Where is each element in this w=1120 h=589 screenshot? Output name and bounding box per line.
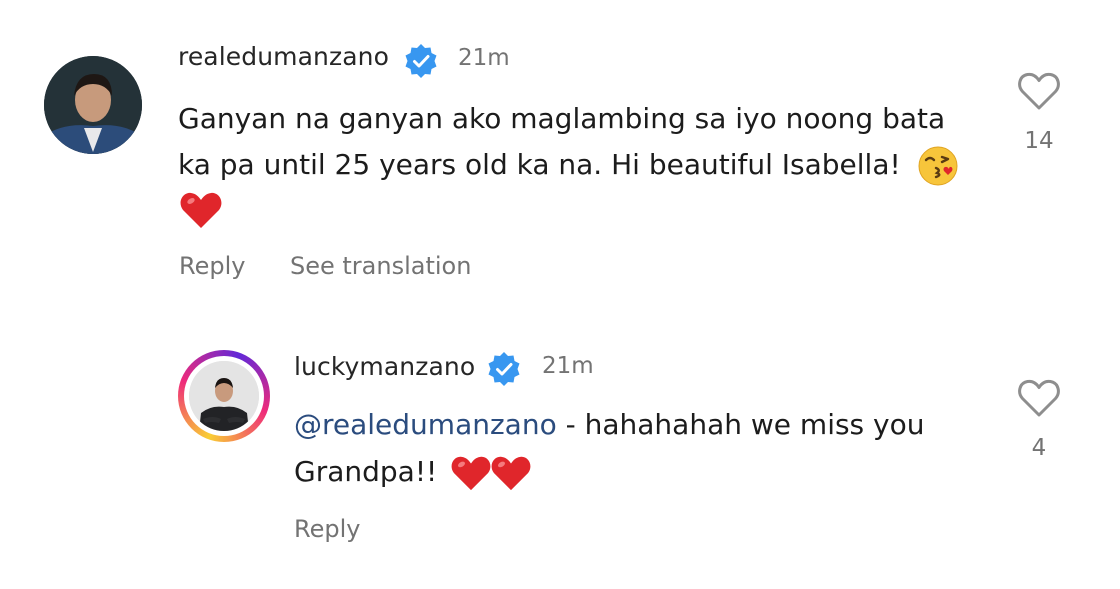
comment-username[interactable]: realedumanzano [178,42,389,71]
reply-text-line: @realedumanzano - hahahahah we miss you [294,402,925,448]
see-translation-link[interactable]: See translation [290,252,471,280]
reply-text: - hahahahah we miss you [556,408,925,441]
kissing-face-emoji [918,146,958,186]
comment-text-line: Ganyan na ganyan ako maglambing sa iyo n… [178,102,946,135]
mention-link[interactable]: @realedumanzano [294,408,557,441]
like-count: 4 [1031,435,1047,461]
reply-text: Grandpa!! [294,455,438,488]
reply-button[interactable]: Reply [294,515,360,543]
like-count: 14 [1024,128,1054,154]
heart-outline-icon[interactable] [1017,378,1061,418]
avatar-photo [44,56,142,154]
heart-outline-icon[interactable] [1017,71,1061,111]
avatar[interactable] [44,56,142,154]
avatar-photo [189,361,259,431]
verified-badge-icon [405,44,437,78]
comment: realedumanzano 21m Ganyan na ganyan ako … [0,0,1120,300]
comment-text-line-2: ka pa until 25 years old ka na. Hi beaut… [178,142,960,188]
reply-timestamp: 21m [542,353,594,379]
comment-text: ka pa until 25 years old ka na. Hi beaut… [178,148,901,181]
red-heart-emoji [451,456,491,491]
reply-text-line-2: Grandpa!! [294,449,532,495]
red-heart-emoji [491,456,531,491]
avatar[interactable] [189,361,259,431]
verified-badge-icon [488,352,520,386]
comment-timestamp: 21m [458,45,510,71]
red-heart-emoji [180,192,222,228]
reply-button[interactable]: Reply [179,252,245,280]
reply-username[interactable]: luckymanzano [294,352,475,381]
